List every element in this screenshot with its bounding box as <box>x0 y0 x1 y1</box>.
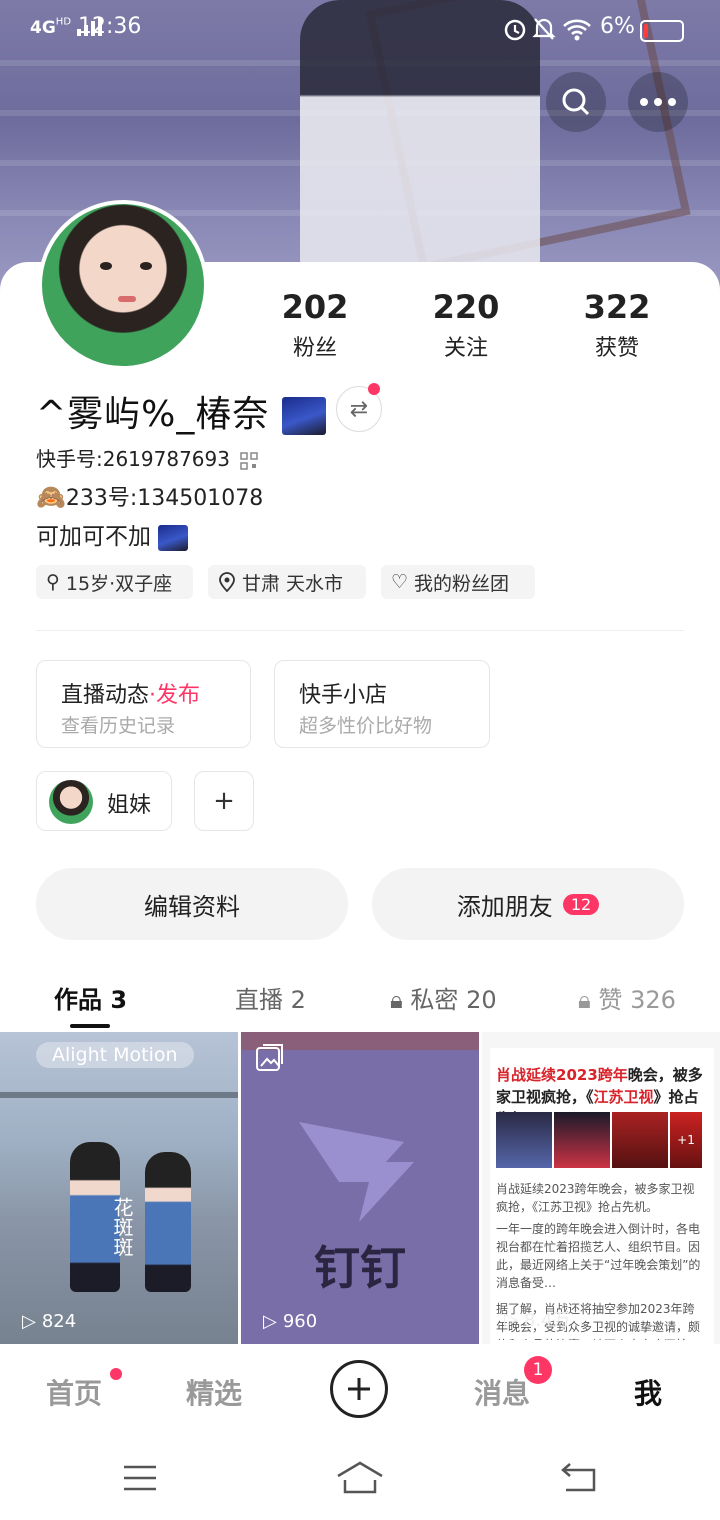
more-button[interactable] <box>628 72 688 132</box>
work-item-3[interactable]: 肖战延续2023跨年晚会，被多家卫视疯抢，《江苏卫视》抢占先机 +1 肖战延续2… <box>482 1032 720 1344</box>
tab-private[interactable]: 🔒︎ 私密 20 <box>390 980 497 1015</box>
tag-fan-club[interactable]: ♡ 我的粉丝团 <box>381 565 535 599</box>
qr-code-icon <box>240 451 259 470</box>
dingtalk-logo-icon <box>299 1122 414 1222</box>
overlay-text: 花斑斑 <box>110 1197 134 1257</box>
followers-count[interactable]: 202 <box>260 288 370 326</box>
likes-label[interactable]: 获赞 <box>562 330 672 362</box>
nav-messages[interactable]: 消息 <box>474 1372 530 1412</box>
messages-badge: 1 <box>524 1356 552 1384</box>
battery-icon <box>640 20 684 42</box>
group-sisters[interactable]: 姐妹 <box>36 771 172 831</box>
back-icon[interactable] <box>560 1462 598 1496</box>
search-icon: ⚲ <box>46 571 60 593</box>
work-item-1[interactable]: Alight Motion 花斑斑 ▷ 824 <box>0 1032 238 1344</box>
battery-text: 6% <box>600 14 635 39</box>
live-dynamics-card[interactable]: 直播动态·发布 查看历史记录 <box>36 660 251 748</box>
add-friend-button[interactable]: 添加朋友 12 <box>372 868 684 940</box>
profile-name: ^雾屿%_椿奈 <box>36 385 326 437</box>
home-icon[interactable] <box>336 1460 384 1498</box>
tag-age[interactable]: ⚲ 15岁·双子座 <box>36 565 193 599</box>
view-count: ▷ 824 <box>22 1311 77 1332</box>
notification-dot <box>368 383 380 395</box>
mute-icon <box>532 16 556 46</box>
nav-featured[interactable]: 精选 <box>186 1372 242 1412</box>
tab-works[interactable]: 作品 3 <box>54 980 127 1015</box>
heart-icon: ♡ <box>391 571 409 593</box>
profile-name-text: ^雾屿%_椿奈 <box>36 394 270 435</box>
likes-count[interactable]: 322 <box>562 288 672 326</box>
search-icon <box>562 88 590 116</box>
more-dots-icon <box>640 98 676 106</box>
tab-liked[interactable]: 🔒︎ 赞 326 <box>578 980 676 1015</box>
add-group-button[interactable]: + <box>194 771 254 831</box>
work-item-2[interactable]: 钉钉 ▷ 960 <box>241 1032 479 1344</box>
home-notification-dot <box>110 1368 122 1380</box>
overlay-text: 钉钉 <box>314 1241 406 1295</box>
avatar[interactable] <box>38 200 208 370</box>
view-count: ▷ 960 <box>263 1311 318 1332</box>
add-friend-badge: 12 <box>562 893 600 915</box>
menu-icon[interactable] <box>122 1464 158 1496</box>
following-count[interactable]: 220 <box>411 288 521 326</box>
watermark: Alight Motion <box>36 1042 194 1068</box>
image-gallery-icon <box>256 1044 283 1071</box>
wifi-icon <box>562 18 592 46</box>
search-button[interactable] <box>546 72 606 132</box>
followers-label[interactable]: 粉丝 <box>260 330 370 362</box>
plus-icon <box>348 1378 370 1400</box>
lock-icon: 🔒︎ <box>390 986 403 1014</box>
tab-live[interactable]: 直播 2 <box>235 980 306 1015</box>
location-pin-icon <box>219 572 235 592</box>
alarm-icon <box>502 16 528 46</box>
play-icon: ▷ <box>263 1311 277 1332</box>
bio-line-1: 🙈233号:134501078 <box>36 483 264 511</box>
create-button[interactable] <box>330 1360 388 1418</box>
lock-icon: 🔒︎ <box>578 986 591 1014</box>
bio-line-2: 可加可不加 <box>36 517 189 551</box>
group-avatar <box>49 780 93 824</box>
see-no-evil-monkey-emoji-icon: 🙈 <box>36 483 66 511</box>
swap-icon: ⇄ <box>349 396 369 422</box>
kuaishou-id[interactable]: 快手号:2619787693 <box>36 443 259 472</box>
nav-me[interactable]: 我 <box>634 1372 662 1412</box>
play-icon: ▷ <box>504 1308 518 1330</box>
group-label: 姐妹 <box>107 793 152 818</box>
clock: 12:36 <box>78 14 142 39</box>
nav-home[interactable]: 首页 <box>46 1372 102 1412</box>
edit-profile-button[interactable]: 编辑资料 <box>36 868 348 940</box>
starry-night-emoji-icon <box>158 524 189 551</box>
kuaishou-shop-card[interactable]: 快手小店 超多性价比好物 <box>274 660 490 748</box>
play-icon: ▷ <box>22 1311 36 1332</box>
divider <box>36 630 684 631</box>
active-tab-indicator <box>70 1024 110 1028</box>
view-count: ▷ 8.4万 <box>504 1308 571 1332</box>
tag-location[interactable]: 甘肃 天水市 <box>208 565 366 599</box>
following-label[interactable]: 关注 <box>411 330 521 362</box>
starry-night-emoji-icon <box>281 397 326 435</box>
